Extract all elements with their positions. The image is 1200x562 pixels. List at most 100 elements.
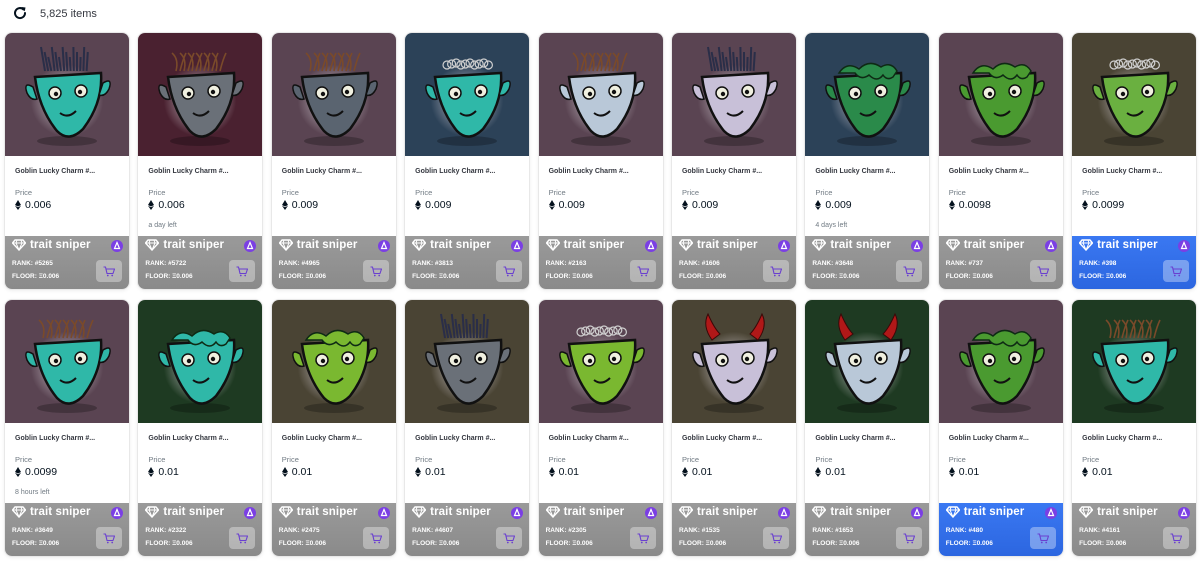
add-to-cart-button[interactable]	[629, 527, 656, 549]
trait-sniper-brand: trait sniper	[145, 239, 224, 251]
marketplace-badge-icon	[244, 240, 257, 252]
diamond-icon	[412, 506, 427, 518]
nft-card[interactable]: Goblin Lucky Charm #... Price 0.01 trait…	[271, 300, 396, 556]
trait-sniper-bar[interactable]: trait sniper RANK: #2322 FLOOR: Ξ0.006	[138, 503, 263, 556]
add-to-cart-button[interactable]	[1029, 260, 1056, 282]
nft-card[interactable]: Goblin Lucky Charm #... Price 0.009 trai…	[405, 33, 530, 289]
add-to-cart-button[interactable]	[1163, 260, 1190, 282]
add-to-cart-button[interactable]	[1029, 527, 1056, 549]
trait-sniper-bar[interactable]: trait sniper RANK: #5265 FLOOR: Ξ0.006	[5, 236, 129, 289]
nft-image[interactable]	[1072, 33, 1197, 156]
trait-sniper-bar[interactable]: trait sniper RANK: #398 FLOOR: Ξ0.006	[1072, 236, 1197, 289]
nft-card[interactable]: Goblin Lucky Charm #... Price 0.01 trait…	[405, 300, 530, 556]
add-to-cart-button[interactable]	[96, 527, 122, 549]
trait-sniper-bar[interactable]: trait sniper RANK: #2163 FLOOR: Ξ0.006	[538, 236, 663, 289]
add-to-cart-button[interactable]	[229, 260, 256, 282]
nft-image[interactable]	[805, 300, 930, 423]
nft-image[interactable]	[538, 300, 663, 423]
trait-sniper-bar[interactable]: trait sniper RANK: #1535 FLOOR: Ξ0.006	[671, 503, 796, 556]
trait-sniper-bar[interactable]: trait sniper RANK: #5722 FLOOR: Ξ0.006	[138, 236, 263, 289]
trait-sniper-bar[interactable]: trait sniper RANK: #4607 FLOOR: Ξ0.006	[405, 503, 530, 556]
nft-image[interactable]	[538, 33, 663, 156]
add-to-cart-button[interactable]	[496, 527, 523, 549]
add-to-cart-button[interactable]	[96, 260, 122, 282]
marketplace-badge-icon	[377, 507, 390, 519]
nft-image[interactable]	[671, 300, 796, 423]
rank-text: RANK: #737	[945, 260, 983, 267]
brand-label: trait sniper	[696, 239, 758, 251]
nft-image[interactable]	[271, 300, 396, 423]
price-label: Price	[548, 455, 566, 464]
trait-sniper-bar[interactable]: trait sniper RANK: #2305 FLOOR: Ξ0.006	[538, 503, 663, 556]
add-to-cart-button[interactable]	[762, 527, 789, 549]
trait-sniper-bar[interactable]: trait sniper RANK: #4161 FLOOR: Ξ0.006	[1072, 503, 1197, 556]
nft-card[interactable]: Goblin Lucky Charm #... Price 0.01 trait…	[805, 300, 930, 556]
price-label: Price	[948, 188, 966, 197]
nft-card[interactable]: Goblin Lucky Charm #... Price 0.01 trait…	[1072, 300, 1197, 556]
refresh-icon[interactable]	[12, 5, 28, 21]
nft-card[interactable]: Goblin Lucky Charm #... Price 0.009 trai…	[671, 33, 796, 289]
nft-image[interactable]	[271, 33, 396, 156]
trait-sniper-bar[interactable]: trait sniper RANK: #4965 FLOOR: Ξ0.006	[271, 236, 396, 289]
add-to-cart-button[interactable]	[762, 260, 789, 282]
card-info: Goblin Lucky Charm #... Price 0.01	[138, 423, 262, 503]
add-to-cart-button[interactable]	[362, 260, 389, 282]
brand-label: trait sniper	[430, 239, 491, 251]
nft-card[interactable]: Goblin Lucky Charm #... Price 0.006 trai…	[5, 33, 129, 289]
add-to-cart-button[interactable]	[1163, 527, 1190, 549]
add-to-cart-button[interactable]	[896, 527, 923, 549]
nft-image[interactable]	[138, 300, 263, 423]
nft-card[interactable]: Goblin Lucky Charm #... Price 0.009 trai…	[538, 33, 663, 289]
nft-name: Goblin Lucky Charm #...	[548, 435, 629, 442]
nft-card[interactable]: Goblin Lucky Charm #... Price 0.0098 tra…	[938, 33, 1063, 289]
trait-sniper-brand: trait sniper	[678, 239, 758, 251]
nft-card[interactable]: Goblin Lucky Charm #... Price 0.01 trait…	[671, 300, 796, 556]
nft-image[interactable]	[138, 33, 263, 156]
add-to-cart-button[interactable]	[629, 260, 656, 282]
card-info: Goblin Lucky Charm #... Price 0.006 a da…	[138, 156, 262, 236]
trait-sniper-bar[interactable]: trait sniper RANK: #1606 FLOOR: Ξ0.006	[671, 236, 796, 289]
add-to-cart-button[interactable]	[229, 527, 256, 549]
cart-icon	[236, 532, 249, 543]
nft-image[interactable]	[405, 33, 530, 156]
floor-text: FLOOR: Ξ0.006	[545, 540, 593, 547]
rank-text: RANK: #2322	[145, 527, 187, 534]
nft-image[interactable]	[671, 33, 796, 156]
nft-card[interactable]: Goblin Lucky Charm #... Price 0.01 trait…	[138, 300, 263, 556]
add-to-cart-button[interactable]	[362, 527, 389, 549]
trait-sniper-bar[interactable]: trait sniper RANK: #1653 FLOOR: Ξ0.006	[805, 503, 930, 556]
nft-card[interactable]: Goblin Lucky Charm #... Price 0.01 trait…	[538, 300, 663, 556]
marketplace-badge-icon	[511, 507, 524, 519]
add-to-cart-button[interactable]	[496, 260, 523, 282]
nft-image[interactable]	[938, 33, 1063, 156]
nft-card[interactable]: Goblin Lucky Charm #... Price 0.009 trai…	[271, 33, 396, 289]
nft-image[interactable]	[938, 300, 1063, 423]
price-label: Price	[681, 455, 700, 464]
diamond-icon	[1079, 239, 1094, 251]
eth-icon	[415, 200, 422, 210]
nft-image[interactable]	[405, 300, 530, 423]
nft-card[interactable]: Goblin Lucky Charm #... Price 0.009 4 da…	[805, 33, 930, 289]
eth-icon	[948, 200, 955, 210]
nft-card[interactable]: Goblin Lucky Charm #... Price 0.01 trait…	[938, 300, 1063, 556]
trait-sniper-bar[interactable]: trait sniper RANK: #737 FLOOR: Ξ0.006	[938, 236, 1063, 289]
trait-sniper-brand: trait sniper	[545, 239, 625, 251]
nft-image[interactable]	[1072, 300, 1197, 423]
trait-sniper-bar[interactable]: trait sniper RANK: #3813 FLOOR: Ξ0.006	[405, 236, 530, 289]
trait-sniper-bar[interactable]: trait sniper RANK: #2475 FLOOR: Ξ0.006	[271, 503, 396, 556]
price-value: 0.01	[691, 466, 713, 478]
rank-text: RANK: #5722	[145, 260, 187, 267]
diamond-icon	[678, 239, 693, 251]
trait-sniper-bar[interactable]: trait sniper RANK: #480 FLOOR: Ξ0.006	[938, 503, 1063, 556]
add-to-cart-button[interactable]	[896, 260, 923, 282]
nft-card[interactable]: Goblin Lucky Charm #... Price 0.006 a da…	[138, 33, 263, 289]
nft-card[interactable]: Goblin Lucky Charm #... Price 0.0099 tra…	[1072, 33, 1197, 289]
diamond-icon	[145, 239, 160, 251]
nft-image[interactable]	[805, 33, 930, 156]
card-info: Goblin Lucky Charm #... Price 0.01	[805, 423, 929, 503]
nft-image[interactable]	[5, 300, 129, 423]
nft-card[interactable]: Goblin Lucky Charm #... Price 0.0099 8 h…	[5, 300, 129, 556]
nft-image[interactable]	[5, 33, 129, 156]
trait-sniper-bar[interactable]: trait sniper RANK: #3648 FLOOR: Ξ0.006	[805, 236, 930, 289]
trait-sniper-bar[interactable]: trait sniper RANK: #3649 FLOOR: Ξ0.006	[5, 503, 129, 556]
